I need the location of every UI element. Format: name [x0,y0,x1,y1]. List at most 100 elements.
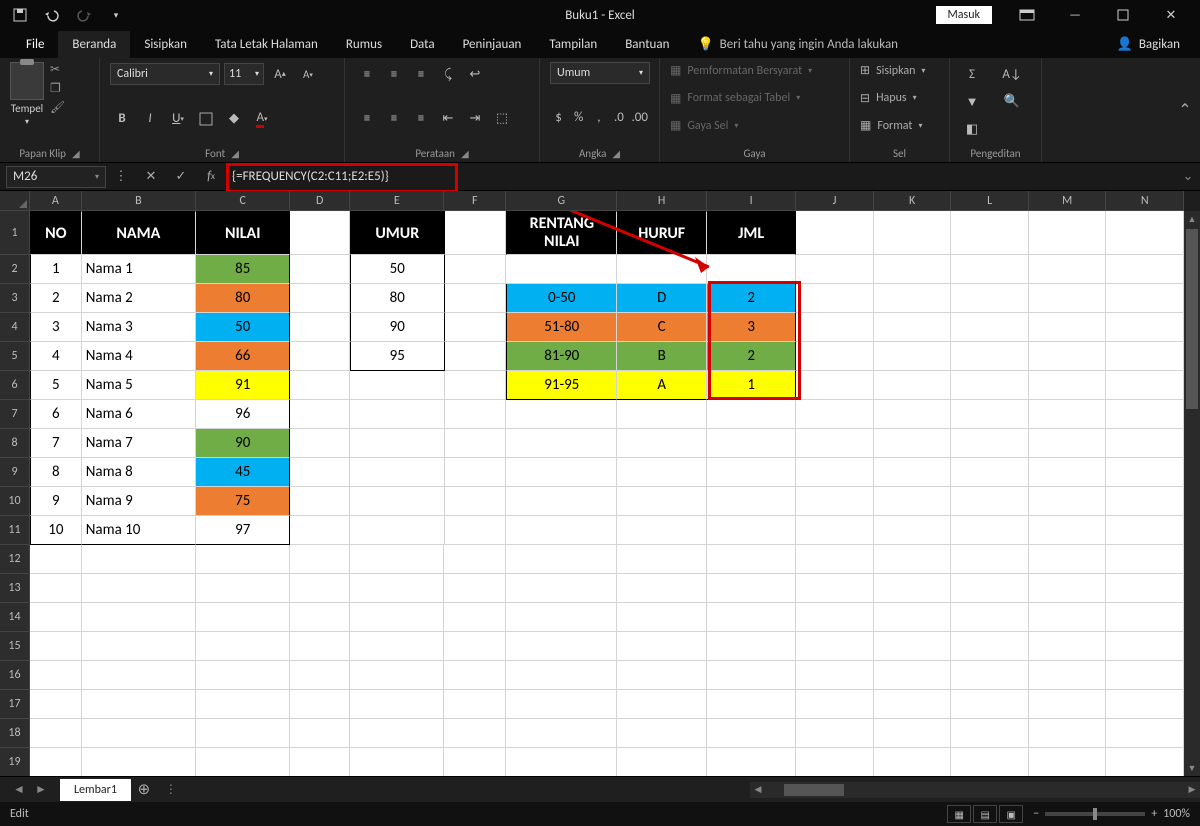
column-header[interactable]: J [796,191,874,211]
cell[interactable] [445,429,507,458]
cell[interactable] [1029,313,1107,342]
cell[interactable] [444,719,506,748]
row-header[interactable]: 7 [0,400,30,429]
cell[interactable] [290,487,350,516]
cell-umur[interactable] [350,429,444,458]
cell[interactable] [1029,255,1107,284]
cell[interactable] [1106,603,1184,632]
cell[interactable] [707,603,796,632]
cell[interactable] [1106,371,1184,400]
tab-data[interactable]: Data [396,31,449,58]
cell[interactable] [1029,516,1107,545]
cell[interactable] [617,255,706,284]
column-headers[interactable]: ABCDEFGHIJKLMN [30,191,1184,211]
column-header[interactable]: D [290,191,350,211]
cell[interactable] [290,284,350,313]
row-header[interactable]: 13 [0,574,30,603]
cell[interactable] [796,545,874,574]
cell[interactable] [796,342,874,371]
row-header[interactable]: 14 [0,603,30,632]
cell[interactable] [1029,748,1107,776]
cell[interactable] [874,255,952,284]
align-bottom-icon[interactable]: ≡ [409,62,433,86]
cell-no[interactable]: 1 [30,255,82,284]
cell-huruf[interactable]: D [617,284,706,313]
cell[interactable] [82,719,196,748]
save-icon[interactable] [6,2,34,28]
cell[interactable] [1029,342,1107,371]
cell[interactable] [82,603,196,632]
cell-no[interactable]: 9 [30,487,82,516]
cell[interactable] [445,400,507,429]
cell-nama[interactable]: Nama 4 [82,342,196,371]
ribbon-display-icon[interactable] [1004,0,1050,30]
cell[interactable] [707,661,796,690]
cell[interactable] [290,400,350,429]
cell-rentang[interactable]: 51-80 [506,313,617,342]
cell[interactable] [707,255,796,284]
cell[interactable] [707,690,796,719]
format-as-table-button[interactable]: ▦Format sebagai Tabel▾ [670,90,839,107]
cell-no[interactable]: 7 [30,429,82,458]
cell[interactable] [1029,632,1107,661]
cell[interactable] [874,661,952,690]
cell[interactable] [951,545,1029,574]
fbar-more-icon[interactable]: ⋮ [106,169,136,184]
cell[interactable] [1029,458,1107,487]
row-header[interactable]: 18 [0,719,30,748]
increase-font-icon[interactable]: A▴ [268,62,292,86]
cell[interactable] [506,487,617,516]
cell[interactable] [506,400,617,429]
cell[interactable] [350,545,444,574]
scroll-up-icon[interactable]: ▲ [1184,211,1200,227]
cell[interactable] [951,661,1029,690]
cell[interactable] [617,690,706,719]
cell[interactable] [617,458,706,487]
cell[interactable] [874,211,952,255]
cell[interactable] [1106,632,1184,661]
decrease-decimal-icon[interactable]: .00 [631,106,649,130]
tab-home[interactable]: Beranda [58,31,130,58]
cell-nilai[interactable]: 90 [196,429,290,458]
cell[interactable] [82,661,196,690]
cell[interactable] [1106,545,1184,574]
cell-jml[interactable]: 2 [707,342,796,371]
row-header[interactable]: 11 [0,516,30,545]
increase-decimal-icon[interactable]: .0 [610,106,627,130]
column-header[interactable]: I [707,191,796,211]
row-header[interactable]: 8 [0,429,30,458]
orientation-icon[interactable]: ⤹ [436,62,460,86]
cell[interactable] [617,516,706,545]
enter-icon[interactable]: ✓ [166,169,196,184]
column-header[interactable]: F [444,191,506,211]
cell-jml[interactable]: 2 [707,284,796,313]
column-header[interactable]: N [1106,191,1184,211]
delete-cells-button[interactable]: ⊟Hapus▾ [860,90,939,107]
cell[interactable] [796,748,874,776]
cell[interactable] [350,574,444,603]
cell[interactable] [290,545,350,574]
sheet-nav[interactable]: ◄► [0,782,60,797]
cell-umur[interactable] [350,400,444,429]
cell[interactable] [796,313,874,342]
cell[interactable] [1029,371,1107,400]
cell[interactable] [444,661,506,690]
cell-umur[interactable]: 80 [350,284,444,313]
cell[interactable] [1106,516,1184,545]
cell-nilai[interactable]: 96 [196,400,290,429]
cell-no[interactable]: 2 [30,284,82,313]
cell[interactable] [444,603,506,632]
cell-rentang[interactable]: 0-50 [506,284,617,313]
cell[interactable] [196,632,290,661]
cell-no[interactable]: 5 [30,371,82,400]
cell[interactable] [951,429,1029,458]
column-header[interactable]: K [874,191,952,211]
scroll-thumb[interactable] [784,784,844,796]
align-center-icon[interactable]: ≡ [382,107,406,131]
underline-button[interactable]: U▾ [166,107,190,131]
cell[interactable] [707,719,796,748]
cell-huruf[interactable]: B [617,342,706,371]
cell[interactable] [951,211,1029,255]
cell[interactable] [1106,487,1184,516]
cell[interactable] [506,632,617,661]
